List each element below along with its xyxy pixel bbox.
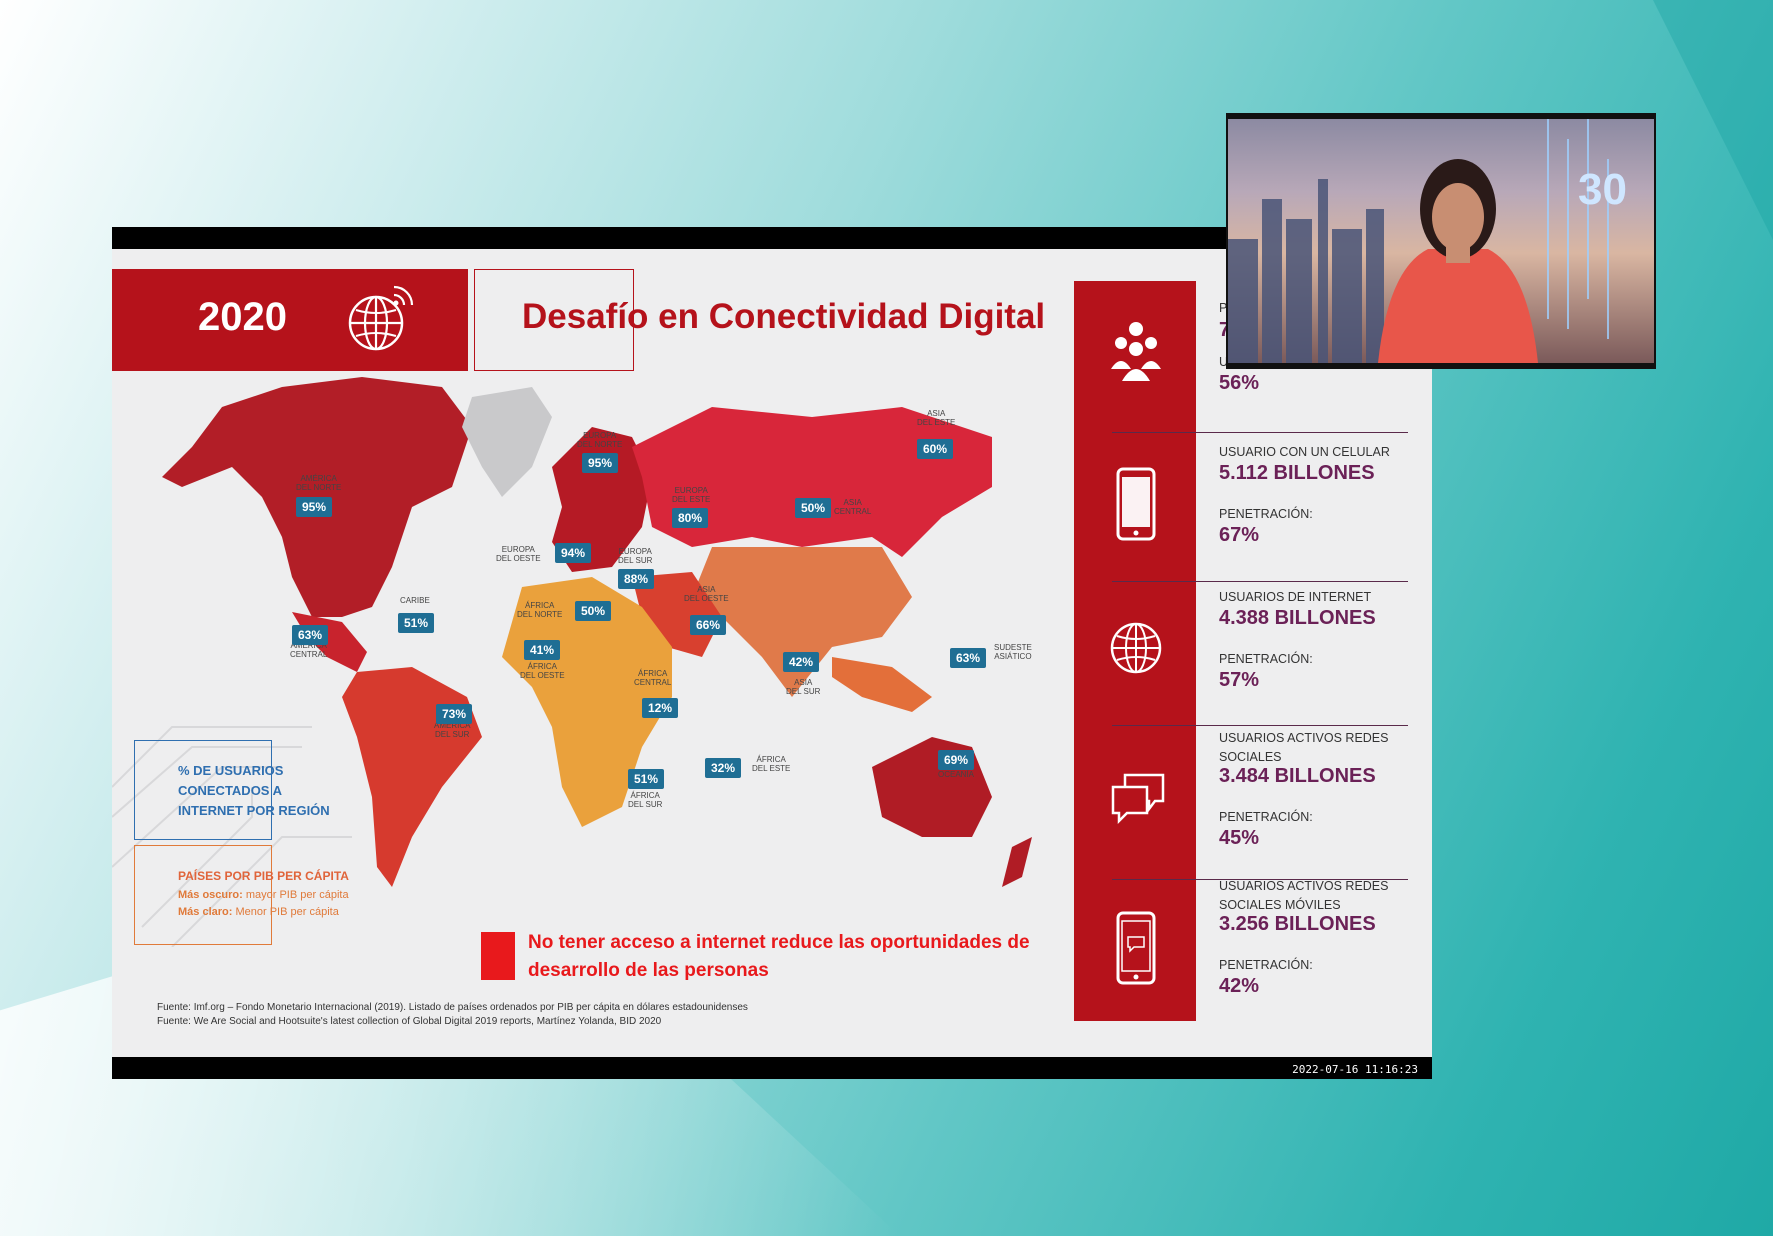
legend-gdp-title: PAÍSES POR PIB PER CÁPITA <box>178 869 349 883</box>
mobile-chat-icon <box>1116 911 1156 990</box>
pct-badge-central-america: 63% <box>292 625 329 645</box>
stat-mobile-label: USUARIO CON UN CELULAR <box>1219 445 1390 459</box>
person-silhouette <box>1378 159 1538 363</box>
digital-lines-graphic <box>1547 119 1609 339</box>
people-group-icon <box>1109 319 1163 386</box>
year-label: 2020 <box>198 295 287 339</box>
globe-icon <box>1109 621 1163 680</box>
region-label-central-asia: ASIA CENTRAL <box>834 498 872 516</box>
stat-social-mobile-label: USUARIOS ACTIVOS REDES SOCIALES MÓVILES <box>1219 879 1389 912</box>
pct-badge-north-africa: 50% <box>575 601 612 621</box>
legend-gdp-lighter-key: Más claro: <box>178 906 233 918</box>
stat-mobile-penetration-value: 67% <box>1219 524 1260 546</box>
region-label-oceania: OCEANÍA <box>938 770 975 779</box>
stat-social-mobile-penetration-label: PENETRACIÓN: <box>1219 958 1313 972</box>
pct-badge-south-asia: 42% <box>783 652 820 672</box>
region-label-eastern-europe: EUROPA DEL ESTE <box>672 486 711 504</box>
pct-badge-northern-europe: 95% <box>582 453 619 473</box>
region-label-southeast-asia: SUDESTE ASIÁTICO <box>994 643 1032 661</box>
pct-badge-oceania: 69% <box>938 750 975 770</box>
pct-badge-west-africa: 41% <box>524 640 561 660</box>
legend-gdp-lighter-desc: Menor PIB per cápita <box>232 906 339 918</box>
city-skyline <box>1228 179 1384 363</box>
stats-icon-column <box>1074 281 1196 1021</box>
key-message: No tener acceso a internet reduce las op… <box>528 932 1030 981</box>
region-label-east-africa: ÁFRICA DEL ESTE <box>752 755 791 773</box>
legend-gdp-lighter: Más claro: Menor PIB per cápita <box>178 906 339 918</box>
legend-gdp-darker-desc: mayor PIB per cápita <box>242 889 349 901</box>
pct-badge-east-asia: 60% <box>917 439 954 459</box>
stat-internet-label: USUARIOS DE INTERNET <box>1219 590 1372 604</box>
region-label-northern-europe: EUROPA DEL NORTE <box>577 431 623 449</box>
region-label-west-asia: ASIA DEL OESTE <box>684 585 729 603</box>
pct-badge-western-europe: 94% <box>555 543 592 563</box>
pct-badge-north-america: 95% <box>296 497 333 517</box>
source-note-2: Fuente: We Are Social and Hootsuite's la… <box>157 1016 662 1027</box>
pct-badge-central-africa: 12% <box>642 698 679 718</box>
smartphone-icon <box>1116 467 1156 546</box>
slide-title: Desafío en Conectividad Digital <box>522 297 1046 336</box>
pct-badge-east-africa: 32% <box>705 758 742 778</box>
greenland-shape <box>462 387 552 497</box>
webcam-frame: 30 <box>1228 119 1627 363</box>
stat-divider <box>1112 581 1408 582</box>
webcam-window[interactable]: 30 <box>1226 113 1656 369</box>
stat-social-mobile-value: 3.256 BILLONES <box>1219 913 1376 935</box>
stat-mobile-penetration-label: PENETRACIÓN: <box>1219 507 1313 521</box>
south-america-shape <box>342 667 482 887</box>
pct-badge-central-asia: 50% <box>795 498 832 518</box>
pct-badge-caribbean: 51% <box>398 613 435 633</box>
legend-gdp-darker-key: Más oscuro: <box>178 889 243 901</box>
stat-internet-penetration-value: 57% <box>1219 669 1260 691</box>
region-label-north-africa: ÁFRICA DEL NORTE <box>517 601 563 619</box>
stat-divider <box>1112 725 1408 726</box>
stat-internet-penetration-label: PENETRACIÓN: <box>1219 652 1313 666</box>
region-label-central-africa: ÁFRICA CENTRAL <box>634 669 672 687</box>
region-label-south-asia: ASIA DEL SUR <box>786 678 821 696</box>
source-note-1: Fuente: Imf.org – Fondo Monetario Intern… <box>157 1002 748 1013</box>
region-label-western-europe: EUROPA DEL OESTE <box>496 545 541 563</box>
region-label-west-africa: ÁFRICA DEL OESTE <box>520 662 565 680</box>
stat-social-penetration-label: PENETRACIÓN: <box>1219 810 1313 824</box>
pct-badge-southeast-asia: 63% <box>950 648 987 668</box>
message-marker <box>481 932 515 980</box>
pct-badge-southern-europe: 88% <box>618 569 655 589</box>
pct-badge-south-america: 73% <box>436 704 473 724</box>
webcam-video-feed: 30 <box>1228 119 1654 363</box>
stat-internet-value: 4.388 BILLONES <box>1219 607 1376 629</box>
region-label-north-america: AMÉRICA DEL NORTE <box>296 474 342 492</box>
globe-wifi-icon <box>342 283 416 362</box>
stat-social-penetration-value: 45% <box>1219 827 1260 849</box>
region-label-southern-europe: EUROPA DEL SUR <box>618 547 653 565</box>
legend-gdp-darker: Más oscuro: mayor PIB per cápita <box>178 889 349 901</box>
stat-urbanization-value: 56% <box>1219 372 1260 394</box>
legend-users-text: % DE USUARIOS CONECTADOS A INTERNET POR … <box>178 763 330 818</box>
pct-badge-eastern-europe: 80% <box>672 508 709 528</box>
new-zealand-shape <box>1002 837 1032 887</box>
recording-timestamp: 2022-07-16 11:16:23 <box>1292 1063 1418 1076</box>
russia-asia-shape <box>632 407 992 557</box>
stat-social-value: 3.484 BILLONES <box>1219 765 1376 787</box>
region-label-south-africa: ÁFRICA DEL SUR <box>628 791 663 809</box>
presentation-slide: 2020 Desafío en Conectividad Digital AMÉ… <box>112 249 1432 1057</box>
overlay-number: 30 <box>1578 165 1627 214</box>
stat-mobile-value: 5.112 BILLONES <box>1219 462 1375 484</box>
region-label-caribbean: CARIBE <box>400 596 430 605</box>
southeast-asia-shape <box>832 657 932 712</box>
region-label-east-asia: ASIA DEL ESTE <box>917 409 956 427</box>
stat-social-label: USUARIOS ACTIVOS REDES SOCIALES <box>1219 731 1389 764</box>
chat-bubbles-icon <box>1109 771 1167 830</box>
year-banner: 2020 <box>112 269 468 371</box>
pct-badge-west-asia: 66% <box>690 615 727 635</box>
stat-divider <box>1112 432 1408 433</box>
stat-social-mobile-penetration-value: 42% <box>1219 975 1260 997</box>
pct-badge-south-africa: 51% <box>628 769 665 789</box>
